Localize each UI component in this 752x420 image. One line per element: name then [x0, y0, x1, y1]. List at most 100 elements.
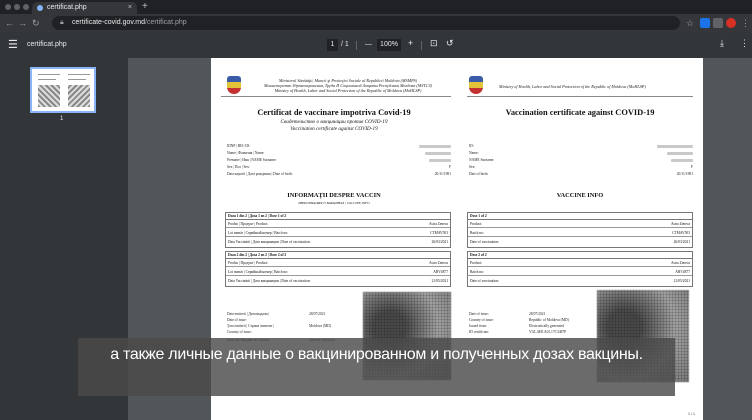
vaccine-section-subtitle: ИНФОРМАЦИЯ О ВАКЦИНАХ | VACCINE INFO [298, 201, 370, 205]
thumbnail-line [38, 79, 56, 80]
certificate-title: Certificat de vaccinare impotriva Covid-… [257, 108, 411, 117]
table-row: Lot număr | Серийный номер | Batch no: CT… [226, 231, 450, 237]
page-thumbnail[interactable] [30, 67, 96, 113]
dose-1-table: Dose 1 of 2 Product: Astra Zeneca Batch n… [467, 212, 693, 248]
window-maximize-dot[interactable] [23, 4, 29, 10]
globe-icon [37, 5, 43, 11]
issue-label: Data emiterii | Дата выдачи | [227, 312, 270, 316]
vaccine-section-title: VACCINE INFO [556, 192, 604, 199]
table-row: Product: Astra Zeneca [468, 222, 692, 228]
thumbnail-qr [38, 85, 60, 107]
issue-label: Ţara emiterii | Страна эмитент | [227, 324, 274, 328]
table-row: Batch no: CTMAV503 [468, 231, 692, 237]
header-divider [467, 96, 693, 97]
zoom-level-input[interactable]: 100% [377, 39, 401, 51]
video-subtitle: а также личные данные о вакцинированном … [110, 346, 643, 363]
back-arrow-icon[interactable]: ← [5, 17, 14, 29]
field-label: IDNP | ВН | ID: [227, 144, 251, 148]
thumbnail-qr [68, 85, 90, 107]
address-bar[interactable]: 🔒︎ certificate-covid.gov.md/certificat.p… [52, 16, 680, 30]
dose-header: Doza 1 din 2 | Доза 1 из 2 | Dose 1 of 2 [226, 213, 450, 220]
redacted-value [419, 144, 451, 148]
extension-icon[interactable] [700, 18, 710, 28]
field-label: ID: [469, 144, 474, 148]
fit-page-icon[interactable]: ⊡ [430, 38, 438, 48]
table-row: Data Vaccinării | Дата вакцинации | Date… [228, 279, 448, 283]
new-tab-button[interactable]: + [142, 1, 148, 13]
browser-toolbar: ← → ↻ 🔒︎ certificate-covid.gov.md/certif… [0, 14, 752, 32]
toolbar-divider [356, 41, 357, 50]
issue-value: 28/07/2021 [529, 312, 546, 316]
extension-icon[interactable] [713, 18, 723, 28]
redacted-value [425, 151, 451, 155]
tab-title: certificat.php [47, 4, 87, 11]
zoom-in-button[interactable]: + [408, 38, 413, 48]
table-row: Lot număr | Серийный номер | Batch no: AB… [226, 270, 450, 276]
field-value: F [691, 165, 693, 169]
moldova-coat-of-arms-icon [469, 76, 483, 94]
issue-label: Date of issue: [469, 312, 489, 316]
issue-label: ID certificate: [469, 330, 490, 334]
field-label: Nume | Фамилия | Name: [227, 151, 265, 155]
field-label: NAME Surname: [469, 158, 495, 162]
thumbnail-page-number: 1 [60, 116, 64, 122]
page-footer: 1 / 1 [688, 412, 695, 416]
issue-value: VGL.MD.A01.17C3487P [529, 330, 567, 334]
table-row: Batch no: ABV4877 [468, 270, 692, 276]
field-label: Date of birth: [469, 172, 489, 176]
certificate-subtitle-en: Vaccination certificate against COVID-19 [290, 126, 378, 132]
window-close-dot[interactable] [5, 4, 11, 10]
browser-tab[interactable]: certificat.php × [32, 2, 137, 14]
toolbar-divider [421, 41, 422, 50]
page-total: / 1 [341, 41, 349, 48]
star-icon[interactable]: ☆ [686, 17, 694, 29]
url-text: certificate-covid.gov.md/certificat.php [72, 19, 187, 26]
page-number-input[interactable]: 1 [327, 39, 338, 51]
reload-icon[interactable]: ↻ [32, 17, 40, 29]
table-row: Product: Astra Zeneca [468, 261, 692, 267]
field-value: 20/11/1981 [434, 172, 451, 176]
issue-value: 28/07/2021 [309, 312, 326, 316]
dose-header: Dose 2 of 2 [468, 252, 692, 259]
more-icon[interactable]: ⋮ [740, 38, 749, 48]
zoom-out-button[interactable]: — [365, 40, 372, 50]
redacted-value [671, 158, 693, 162]
thumbnail-line [68, 74, 90, 75]
vaccine-section-title: INFORMAŢII DESPRE VACCIN [287, 192, 381, 199]
lock-icon: 🔒︎ [60, 19, 64, 26]
browser-tab-strip: certificat.php × + [0, 0, 752, 14]
thumbnail-line [68, 79, 86, 80]
redacted-value [667, 151, 693, 155]
dose-header: Dose 1 of 2 [468, 213, 692, 220]
field-label: Data naşterii | Дата рождения | Date of … [227, 172, 293, 176]
dose-header: Doza 2 din 2 | Доза 2 из 2 | Dose 2 of 2 [226, 252, 450, 259]
rotate-icon[interactable]: ↺ [446, 38, 454, 48]
field-value: F [449, 165, 451, 169]
menu-icon[interactable]: ☰ [8, 38, 18, 52]
table-row: Produs | Продукт | Product: Astra Zeneca [226, 261, 450, 267]
issue-value: Moldova (MD) [309, 324, 332, 328]
header-divider [221, 96, 451, 97]
table-row: Produs | Продукт | Product: Astra Zeneca [226, 222, 450, 228]
redacted-value [657, 144, 693, 148]
close-icon[interactable]: × [128, 3, 132, 13]
issue-label: Issued from: [469, 324, 488, 328]
issue-label: Country of issue: [227, 330, 252, 334]
thumbnail-line [38, 74, 60, 75]
table-row: Date of vaccination: 21/05/2021 [470, 279, 690, 283]
profile-avatar[interactable] [726, 18, 736, 28]
issue-label: Country of issue: [469, 318, 494, 322]
field-label: Prenume | Имя | NAME Surname: [227, 158, 277, 162]
kebab-menu-icon[interactable]: ⋮ [741, 17, 750, 29]
redacted-value [429, 158, 451, 162]
download-icon[interactable]: ⤓ [720, 38, 724, 48]
dose-2-table: Doza 2 din 2 | Доза 2 из 2 | Dose 2 of 2… [225, 251, 451, 287]
moldova-coat-of-arms-icon [227, 76, 241, 94]
window-minimize-dot[interactable] [14, 4, 20, 10]
pdf-viewer-toolbar: ☰ certificat.php 1 / 1 — 100% + ⊡ ↺ ⤓ ⋮ [0, 32, 752, 58]
forward-arrow-icon[interactable]: → [18, 17, 27, 29]
issue-value: Electronically generated [529, 324, 565, 328]
ministry-name: Ministry of Health, Labor and Social Pro… [499, 84, 646, 89]
certificate-title: Vaccination certificate against COVID-19 [505, 108, 655, 117]
field-label: Sex: [469, 165, 476, 169]
